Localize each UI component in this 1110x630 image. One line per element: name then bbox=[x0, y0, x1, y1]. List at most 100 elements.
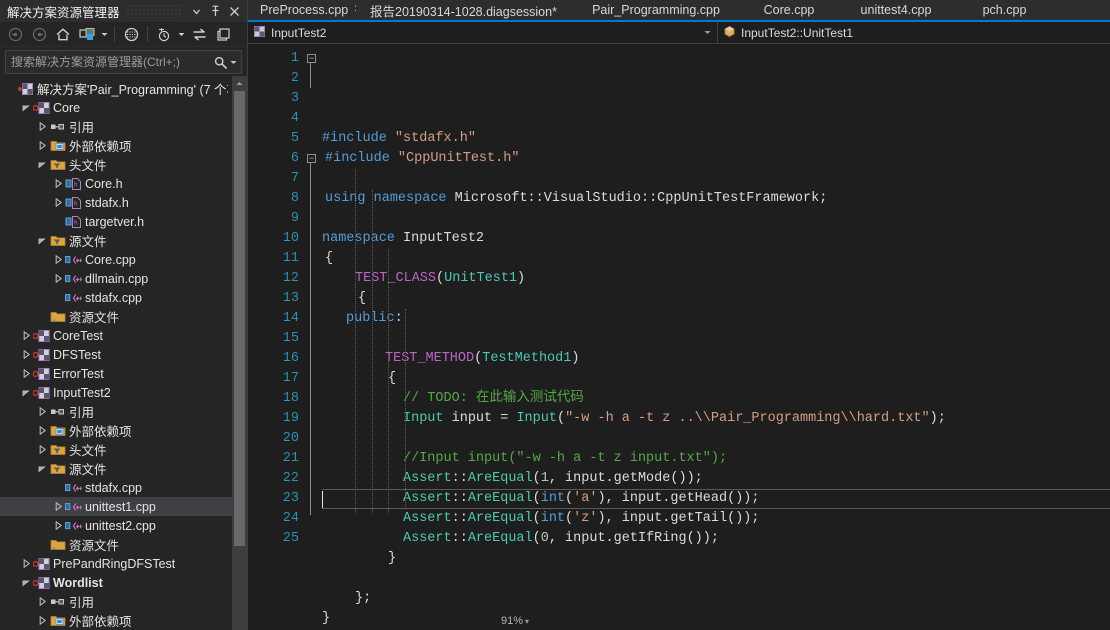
document-tab-201903141028.diagsession[interactable]: 报告20190314-1028.diagsession* bbox=[356, 0, 571, 20]
code-line[interactable]: using namespace Microsoft::VisualStudio:… bbox=[322, 189, 1110, 209]
twisty-collapsed-icon[interactable] bbox=[52, 269, 65, 288]
code-line[interactable] bbox=[322, 329, 1110, 349]
project-scope-chevron-down-icon[interactable] bbox=[700, 30, 714, 35]
twisty-collapsed-icon[interactable] bbox=[20, 554, 33, 573]
code-line[interactable] bbox=[322, 209, 1110, 229]
navigate-forward-icon[interactable] bbox=[27, 23, 51, 45]
twisty-collapsed-icon[interactable] bbox=[20, 364, 33, 383]
search-icon[interactable] bbox=[212, 56, 228, 69]
tree-item-ErrorTest[interactable]: ErrorTest bbox=[0, 364, 232, 383]
code-editor[interactable]: 1 2 3 4 5 6 7 8 9 10 11 12 13 14 15 16 17 18 19 20 21 22 23 24 2… bbox=[248, 44, 1110, 630]
pending-changes-dropdown-icon[interactable] bbox=[176, 23, 187, 45]
outlining-margin[interactable]: − − bbox=[306, 44, 322, 630]
tree-item-Core[interactable]: Core bbox=[0, 98, 232, 117]
zoom-chevron-down-icon[interactable]: ▾ bbox=[525, 617, 529, 626]
zoom-level-control[interactable]: 91% ▾ bbox=[498, 612, 533, 630]
tree-item-dllmain.cpp[interactable]: dllmain.cpp bbox=[0, 269, 232, 288]
tree-item-[interactable]: 资源文件 bbox=[0, 307, 232, 326]
sync-with-active-document-icon[interactable] bbox=[187, 23, 211, 45]
tree-item-DFSTest[interactable]: DFSTest bbox=[0, 345, 232, 364]
twisty-expanded-icon[interactable] bbox=[36, 155, 49, 174]
tree-item-CoreTest[interactable]: CoreTest bbox=[0, 326, 232, 345]
twisty-collapsed-icon[interactable] bbox=[36, 421, 49, 440]
tree-item-stdafx.cpp[interactable]: stdafx.cpp bbox=[0, 478, 232, 497]
code-line[interactable]: TEST_CLASS(UnitTest1) bbox=[322, 269, 1110, 289]
tree-item-unittest2.cpp[interactable]: unittest2.cpp bbox=[0, 516, 232, 535]
code-line[interactable]: public: bbox=[322, 309, 1110, 329]
editor-indicator-margin[interactable] bbox=[248, 44, 262, 630]
twisty-expanded-icon[interactable] bbox=[20, 98, 33, 117]
code-line[interactable]: // TODO: 在此输入测试代码 bbox=[322, 389, 1110, 409]
tree-item-InputTest2[interactable]: InputTest2 bbox=[0, 383, 232, 402]
project-scope-dropdown[interactable]: InputTest2 bbox=[248, 22, 718, 43]
tree-item-[interactable]: 头文件 bbox=[0, 440, 232, 459]
switch-views-icon[interactable] bbox=[75, 23, 99, 45]
code-line[interactable] bbox=[322, 169, 1110, 189]
pending-changes-filter-icon[interactable] bbox=[152, 23, 176, 45]
tree-item-[interactable]: 引用 bbox=[0, 117, 232, 136]
tree-item-[interactable]: 头文件 bbox=[0, 155, 232, 174]
member-scope-dropdown[interactable]: InputTest2::UnitTest1 bbox=[718, 22, 1110, 43]
pin-icon[interactable] bbox=[207, 2, 224, 20]
window-menu-dropdown-icon[interactable] bbox=[188, 2, 205, 20]
collapse-all-icon[interactable] bbox=[211, 23, 235, 45]
twisty-collapsed-icon[interactable] bbox=[52, 193, 65, 212]
twisty-collapsed-icon[interactable] bbox=[36, 440, 49, 459]
twisty-collapsed-icon[interactable] bbox=[52, 516, 65, 535]
twisty-expanded-icon[interactable] bbox=[20, 383, 33, 402]
tree-item-[interactable]: 外部依赖项 bbox=[0, 136, 232, 155]
tree-item-[interactable]: 资源文件 bbox=[0, 535, 232, 554]
tree-item-[interactable]: 源文件 bbox=[0, 459, 232, 478]
scrollbar-up-arrow-icon[interactable] bbox=[232, 76, 247, 91]
properties-window-icon[interactable] bbox=[119, 23, 143, 45]
twisty-expanded-icon[interactable] bbox=[20, 573, 33, 592]
tree-item-[interactable]: 引用 bbox=[0, 402, 232, 421]
code-line[interactable] bbox=[322, 429, 1110, 449]
tree-item-stdafx.h[interactable]: h stdafx.h bbox=[0, 193, 232, 212]
search-input[interactable] bbox=[11, 55, 212, 69]
search-dropdown-icon[interactable] bbox=[228, 60, 239, 65]
home-icon[interactable] bbox=[51, 23, 75, 45]
fold-toggle-icon[interactable]: − bbox=[307, 54, 316, 63]
tree-item-Core.h[interactable]: h Core.h bbox=[0, 174, 232, 193]
document-tab-PreProcess.cpp[interactable]: PreProcess.cpp bbox=[248, 0, 362, 20]
code-line[interactable]: }; bbox=[322, 589, 1110, 609]
code-line[interactable]: { bbox=[322, 369, 1110, 389]
tree-item-[interactable]: 源文件 bbox=[0, 231, 232, 250]
tree-item-PrePandRingDFSTest[interactable]: PrePandRingDFSTest bbox=[0, 554, 232, 573]
document-tab-pch.cpp[interactable]: pch.cpp bbox=[955, 0, 1050, 20]
code-line[interactable]: } bbox=[322, 549, 1110, 569]
code-line[interactable]: //Input input("-w -h a -t z input.txt"); bbox=[322, 449, 1110, 469]
code-content[interactable]: #include "stdafx.h" #include "CppUnitTest… bbox=[322, 44, 1110, 630]
code-line[interactable]: } bbox=[322, 609, 1110, 629]
twisty-collapsed-icon[interactable] bbox=[36, 402, 49, 421]
code-line[interactable]: namespace InputTest2 bbox=[322, 229, 1110, 249]
solution-explorer-search[interactable] bbox=[5, 50, 242, 74]
twisty-collapsed-icon[interactable] bbox=[36, 136, 49, 155]
tree-item-unittest1.cpp[interactable]: unittest1.cpp bbox=[0, 497, 232, 516]
twisty-collapsed-icon[interactable] bbox=[36, 592, 49, 611]
tree-item-[interactable]: 外部依赖项 bbox=[0, 611, 232, 630]
code-line[interactable]: Assert::AreEqual(0, input.getIfRing()); bbox=[322, 529, 1110, 549]
solution-tree-scrollbar[interactable] bbox=[232, 76, 247, 630]
solution-tree[interactable]: 解决方案'Pair_Programming' (7 个项 Core 引用 外部依赖项头… bbox=[0, 76, 232, 630]
tree-item-PairProgramming7[interactable]: 解决方案'Pair_Programming' (7 个项 bbox=[0, 79, 232, 98]
fold-toggle-icon[interactable]: − bbox=[307, 154, 316, 163]
tree-item-[interactable]: 外部依赖项 bbox=[0, 421, 232, 440]
scrollbar-thumb[interactable] bbox=[234, 91, 245, 546]
twisty-expanded-icon[interactable] bbox=[36, 459, 49, 478]
tree-item-stdafx.cpp[interactable]: stdafx.cpp bbox=[0, 288, 232, 307]
twisty-collapsed-icon[interactable] bbox=[52, 497, 65, 516]
document-tab-Core.cpp[interactable]: Core.cpp bbox=[741, 0, 837, 20]
code-line[interactable]: Input input = Input("-w -h a -t z ..\\Pa… bbox=[322, 409, 1110, 429]
twisty-collapsed-icon[interactable] bbox=[52, 174, 65, 193]
document-tab-unittest4.cpp[interactable]: unittest4.cpp bbox=[837, 0, 955, 20]
twisty-collapsed-icon[interactable] bbox=[36, 117, 49, 136]
twisty-collapsed-icon[interactable] bbox=[52, 250, 65, 269]
code-line[interactable]: Assert::AreEqual(int('z'), input.getTail… bbox=[322, 509, 1110, 529]
document-tab-PairProgramming.cpp[interactable]: Pair_Programming.cpp bbox=[571, 0, 741, 20]
close-icon[interactable] bbox=[226, 2, 243, 20]
tree-item-targetver.h[interactable]: h targetver.h bbox=[0, 212, 232, 231]
twisty-collapsed-icon[interactable] bbox=[20, 345, 33, 364]
code-line[interactable]: Assert::AreEqual(1, input.getMode()); bbox=[322, 469, 1110, 489]
